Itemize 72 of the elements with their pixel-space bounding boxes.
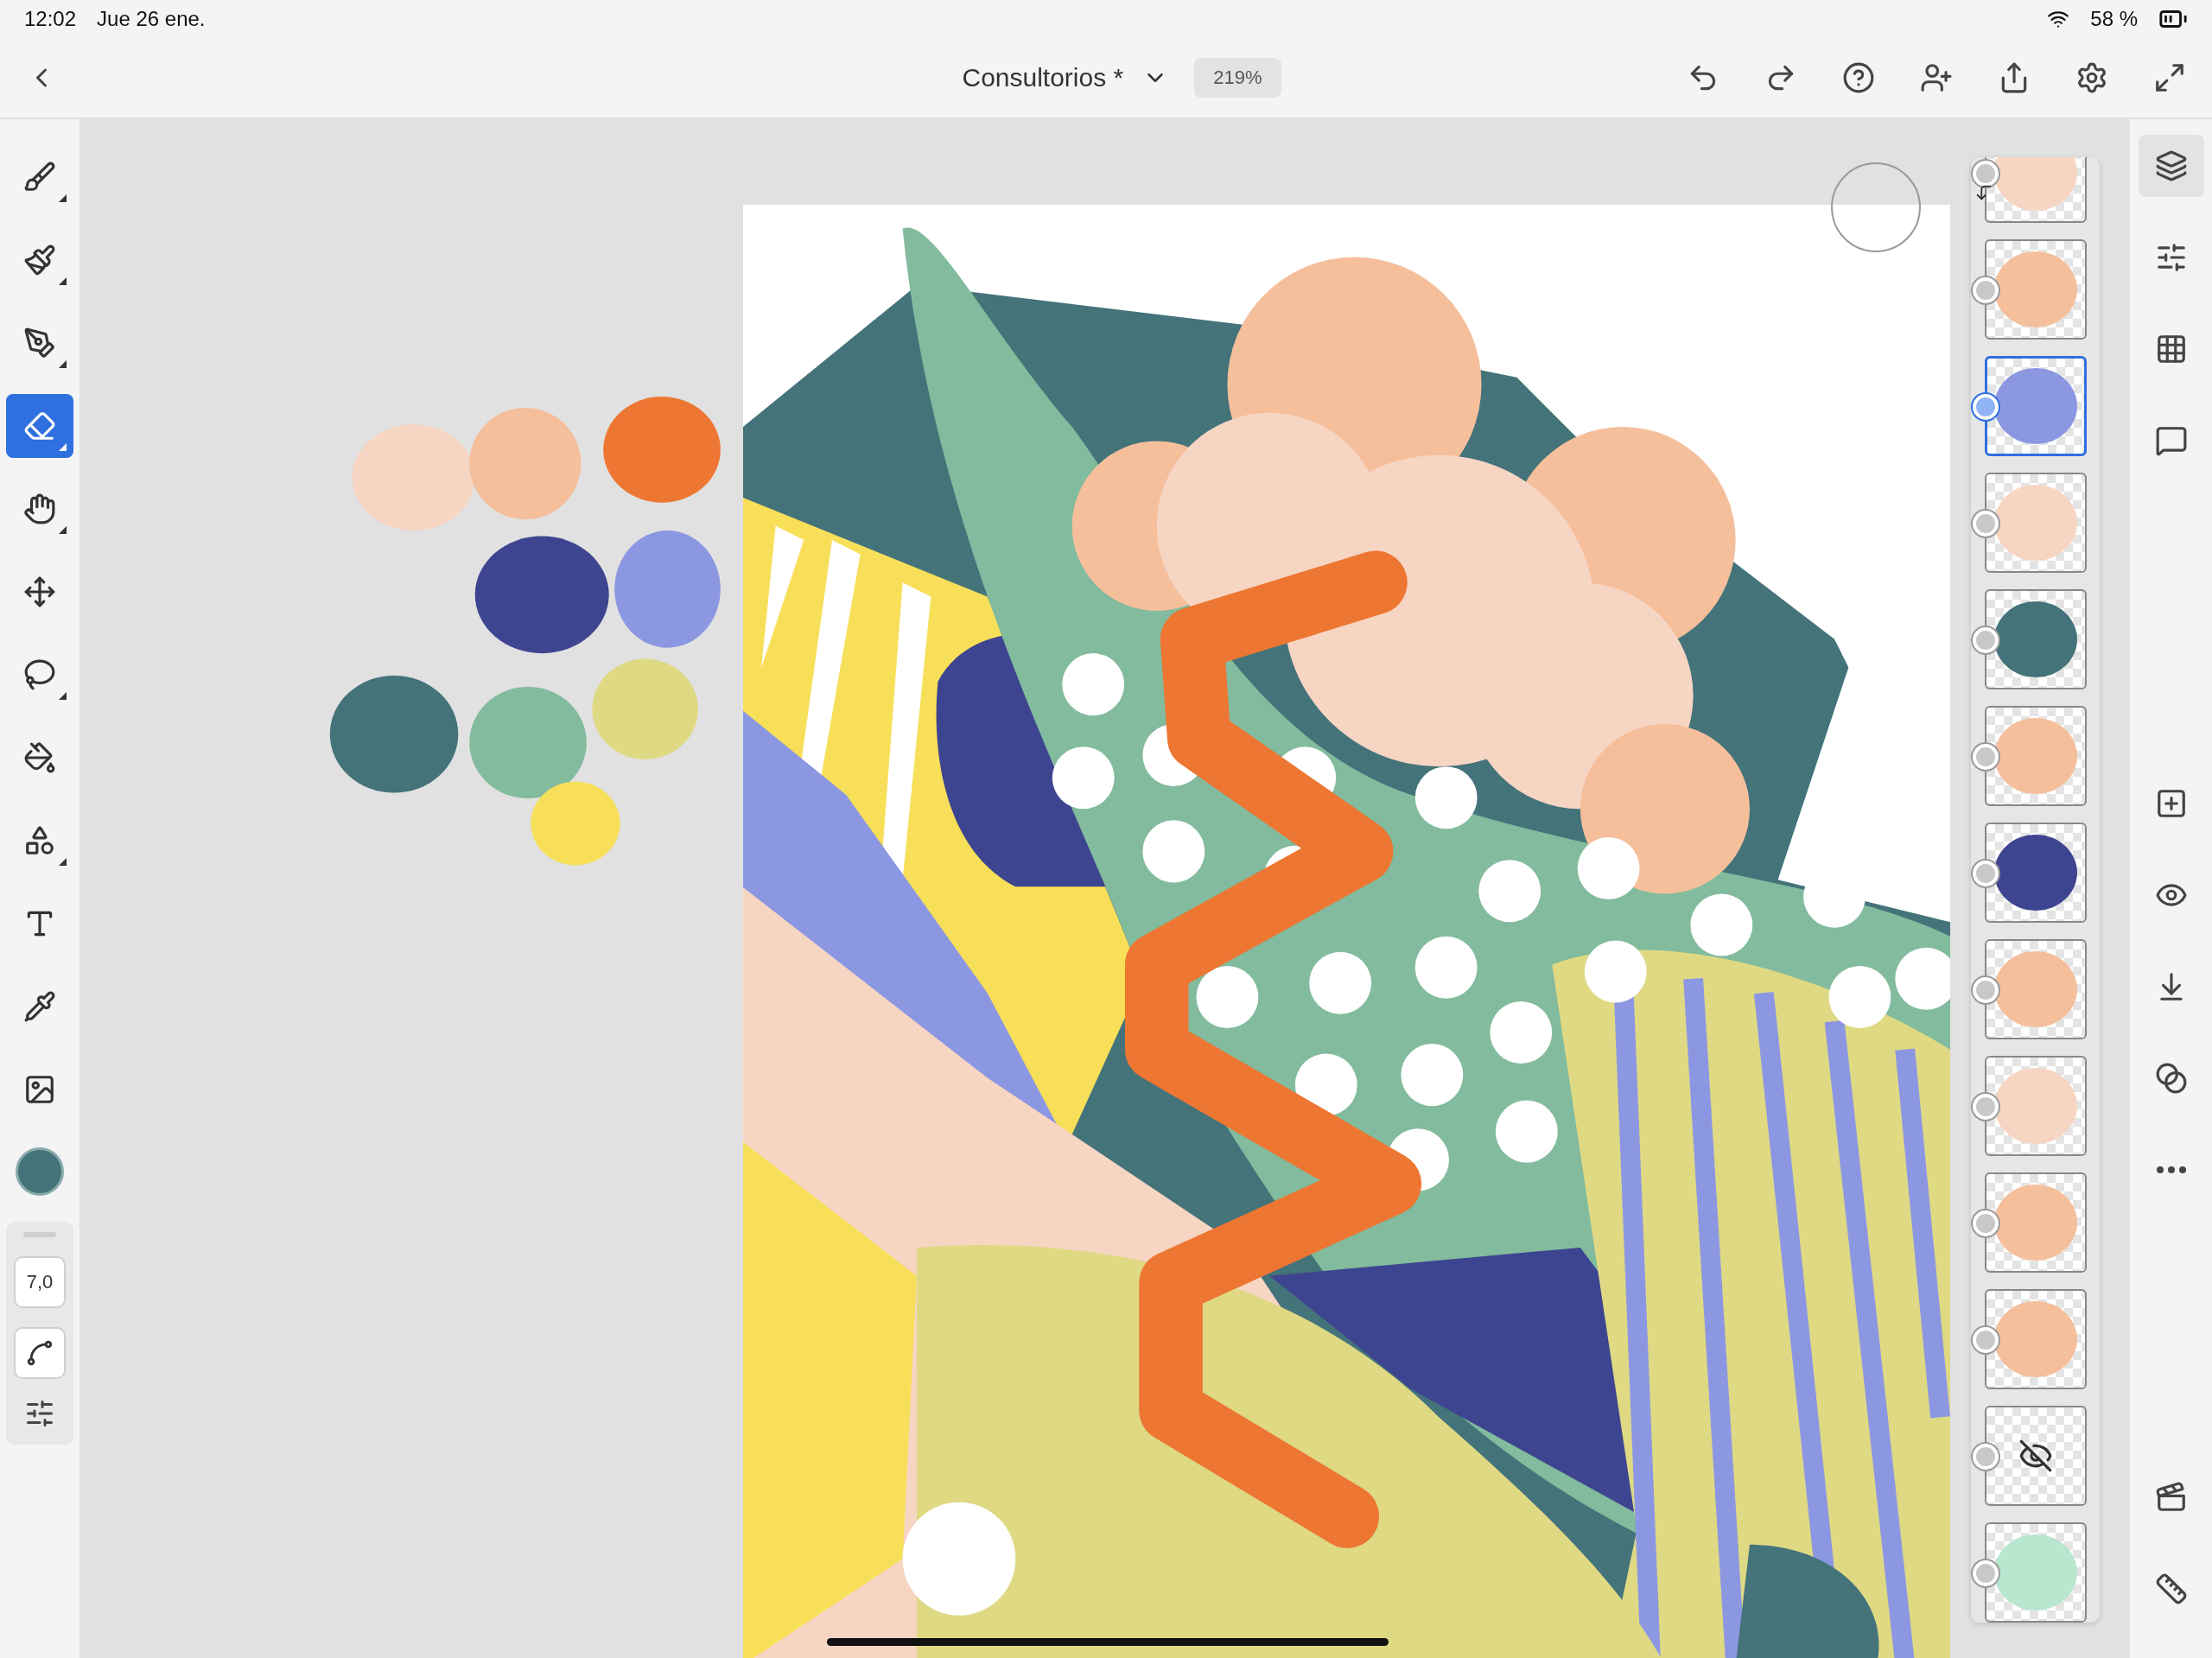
clapperboard-icon	[2154, 1481, 2188, 1514]
submenu-corner-icon	[59, 277, 67, 285]
layer-select-radio[interactable]	[1973, 1210, 1999, 1236]
layer-select-radio[interactable]	[1973, 1094, 1999, 1120]
fullscreen-button[interactable]	[2153, 61, 2186, 94]
help-icon	[1842, 61, 1875, 94]
layer-thumbnail[interactable]	[1985, 706, 2087, 806]
layer-select-radio[interactable]	[1973, 1444, 1999, 1470]
zoom-level[interactable]: 219%	[1194, 58, 1281, 98]
layer-thumbnail[interactable]	[1985, 939, 2087, 1039]
layer-select-radio[interactable]	[1973, 161, 1999, 187]
layer-thumbnail[interactable]	[1985, 589, 2087, 689]
lasso-icon	[23, 658, 56, 691]
layer-select-radio[interactable]	[1973, 744, 1999, 770]
document-title-button[interactable]: Consultorios *	[957, 62, 1174, 93]
layer-thumbnail[interactable]	[1985, 823, 2087, 923]
submenu-corner-icon	[59, 858, 67, 866]
expand-icon	[2153, 61, 2186, 94]
layer-select-radio[interactable]	[1973, 394, 1999, 420]
status-date: Jue 26 ene.	[97, 7, 206, 31]
layer-select-radio[interactable]	[1973, 1327, 1999, 1353]
layer-thumbnail[interactable]	[1985, 1289, 2087, 1389]
speech-bubble-icon	[2154, 424, 2188, 457]
layer-select-radio[interactable]	[1973, 1560, 1999, 1586]
brush-options-button[interactable]	[24, 1398, 55, 1429]
more-icon	[2156, 1166, 2186, 1173]
move-icon	[23, 575, 56, 608]
sliders-icon	[24, 1398, 55, 1429]
submenu-corner-icon	[59, 443, 67, 451]
submenu-corner-icon	[59, 526, 67, 534]
settings-button[interactable]	[2075, 61, 2108, 94]
eyedropper-icon	[23, 990, 56, 1023]
battery-percentage: 58 %	[2090, 7, 2138, 31]
layers-icon	[2154, 149, 2188, 182]
layer-thumbnail[interactable]	[1985, 1522, 2087, 1623]
layer-select-radio[interactable]	[1973, 977, 1999, 1003]
submenu-corner-icon	[59, 194, 67, 202]
help-button[interactable]	[1842, 61, 1875, 94]
add-user-icon	[1920, 61, 1953, 94]
paintbrush-icon	[23, 244, 56, 276]
current-color-swatch[interactable]	[16, 1147, 64, 1196]
image-icon	[23, 1073, 56, 1106]
eraser-tool[interactable]	[6, 394, 73, 458]
layer-select-radio[interactable]	[1973, 861, 1999, 886]
settings-icon	[2075, 61, 2108, 94]
layer-thumbnail[interactable]	[1985, 356, 2087, 456]
layer-thumbnail[interactable]	[1985, 239, 2087, 340]
hand-icon	[23, 492, 56, 525]
drag-handle[interactable]	[23, 1232, 56, 1237]
status-time: 12:02	[24, 7, 77, 31]
layer-select-radio[interactable]	[1973, 277, 1999, 303]
pen-icon	[23, 327, 56, 359]
brush-size-button[interactable]: 7,0	[14, 1256, 66, 1308]
curve-icon	[25, 1338, 54, 1368]
invite-button[interactable]	[1920, 61, 1953, 94]
layer-thumbnail[interactable]	[1985, 1406, 2087, 1506]
layer-thumbnail[interactable]	[1985, 1172, 2087, 1273]
eraser-icon	[23, 410, 56, 442]
paint-bucket-icon	[23, 741, 56, 774]
ruler-icon	[2154, 1572, 2188, 1605]
layer-thumbnail[interactable]	[1985, 473, 2087, 573]
layers-button[interactable]	[2138, 135, 2204, 197]
overlapping-circles-icon	[2154, 1062, 2188, 1095]
layer-select-radio[interactable]	[1973, 511, 1999, 537]
shapes-icon	[23, 824, 56, 857]
smoothing-button[interactable]	[14, 1327, 66, 1379]
submenu-corner-icon	[59, 692, 67, 700]
hidden-icon	[2018, 1439, 2053, 1473]
brush-icon	[23, 161, 56, 194]
submenu-corner-icon	[59, 360, 67, 368]
layer-select-radio[interactable]	[1973, 627, 1999, 653]
layer-thumbnail[interactable]	[1985, 1056, 2087, 1156]
